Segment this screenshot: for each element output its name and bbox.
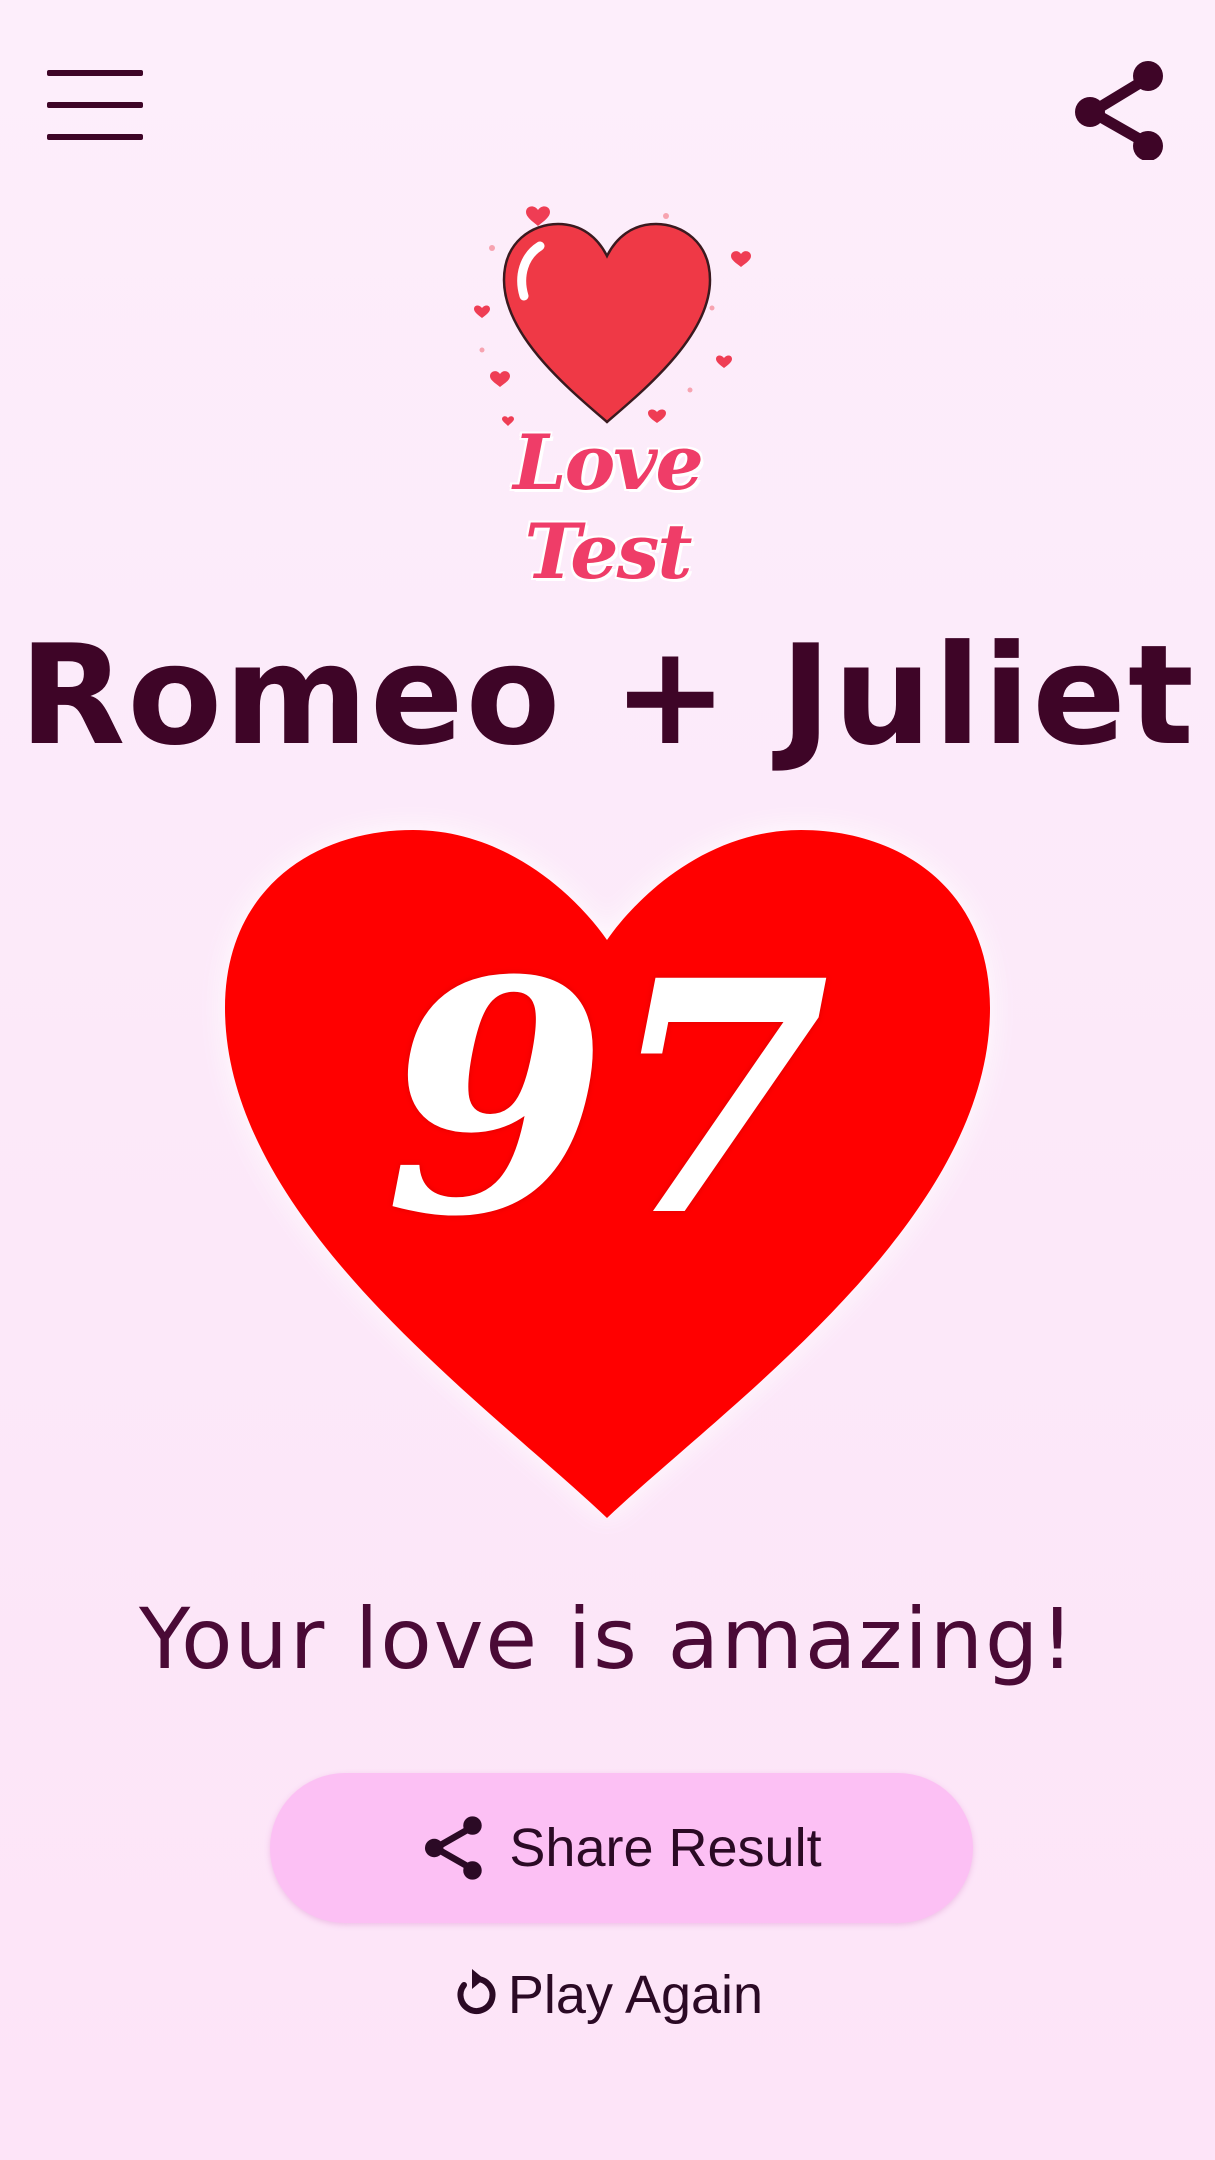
share-result-label: Share Result <box>509 1818 822 1878</box>
couple-names: Romeo + Juliet <box>19 615 1196 776</box>
result-message: Your love is amazing! <box>138 1590 1077 1688</box>
share-icon <box>421 1815 487 1881</box>
app-logo-text: Love Test <box>513 418 704 596</box>
refresh-icon <box>452 1969 500 2021</box>
menu-button[interactable] <box>30 50 160 160</box>
share-result-button[interactable]: Share Result <box>270 1773 973 1923</box>
play-again-label: Play Again <box>507 1965 764 2025</box>
love-score: 97 <box>384 912 831 1287</box>
share-icon <box>1075 61 1163 160</box>
heart-icon <box>474 206 751 426</box>
share-top-button[interactable] <box>1050 45 1190 175</box>
app-logo: Love Test <box>420 190 795 596</box>
hamburger-menu-icon <box>47 70 143 140</box>
top-bar <box>0 0 1215 220</box>
play-again-button[interactable]: Play Again <box>420 1950 795 2040</box>
